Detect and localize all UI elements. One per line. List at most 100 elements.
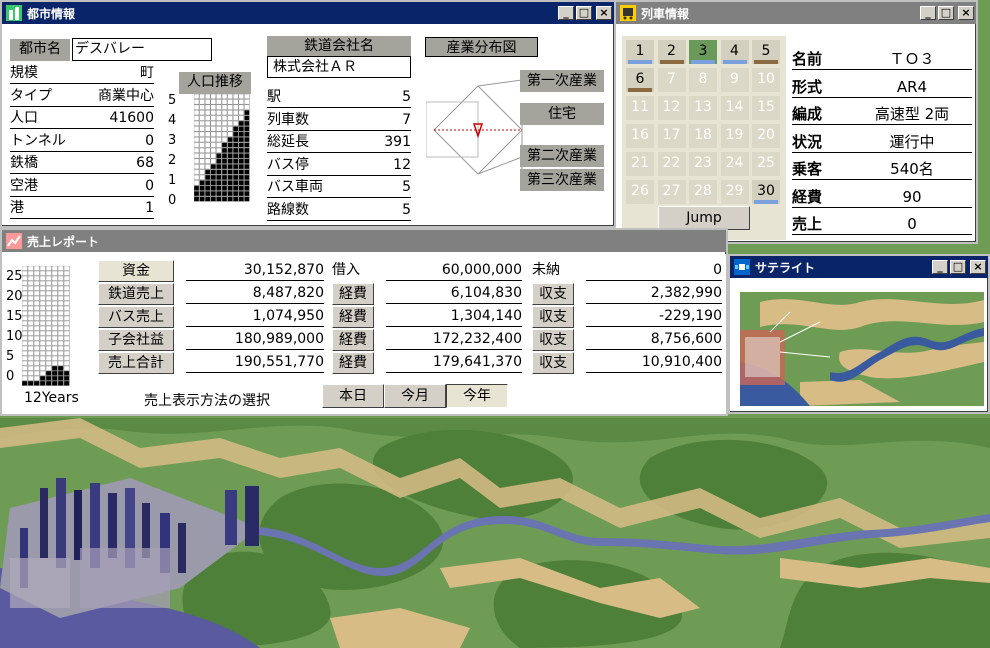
sales-bar-cell	[33, 375, 40, 381]
population-bar-cell	[232, 180, 239, 186]
train-cell-11[interactable]: 11	[626, 96, 654, 120]
sales-bar-cell	[27, 315, 34, 321]
sales-bar-cell	[63, 320, 70, 326]
close-button[interactable]: ×	[596, 6, 612, 20]
expense-button[interactable]: 経費	[332, 352, 374, 374]
population-bar-cell	[227, 99, 233, 105]
maximize-button[interactable]: □	[576, 6, 592, 20]
sales-bar-cell	[39, 270, 46, 276]
satellite-titlebar[interactable]: サテライト _ □ ×	[730, 256, 988, 278]
jump-button[interactable]: Jump	[658, 206, 750, 230]
population-bar-cell	[244, 104, 250, 110]
train-cell-22[interactable]: 22	[657, 152, 686, 176]
population-bar-cell	[238, 109, 245, 116]
population-bar-cell	[204, 104, 211, 110]
maximize-button[interactable]: □	[950, 260, 966, 274]
population-bar-cell	[194, 174, 200, 181]
city-name-field[interactable]: デスバレー	[72, 38, 212, 61]
train-cell-26[interactable]: 26	[626, 180, 654, 204]
population-bar-cell	[210, 131, 217, 137]
train-icon	[620, 5, 636, 21]
population-bar-cell	[199, 109, 205, 116]
train-cell-21[interactable]: 21	[626, 152, 654, 176]
sales-bar-cell	[63, 310, 70, 316]
train-cell-24[interactable]: 24	[720, 152, 749, 176]
train-info-window[interactable]: 列車情報 _ □ × 1 2 3 4 5 6 7 8 9 10 11 12 13 14 15 16 17 18 19 20…	[614, 0, 978, 244]
train-info-titlebar[interactable]: 列車情報 _ □ ×	[616, 2, 976, 24]
train-cell-27[interactable]: 27	[657, 180, 686, 204]
train-cell-13[interactable]: 13	[689, 96, 717, 120]
sales-row-button[interactable]: 鉄道売上	[98, 283, 174, 305]
train-cell-29[interactable]: 29	[720, 180, 749, 204]
train-cell-28[interactable]: 28	[689, 180, 717, 204]
population-bar-cell	[204, 115, 211, 121]
train-cell-9[interactable]: 9	[720, 68, 749, 92]
close-button[interactable]: ×	[958, 6, 974, 20]
close-button[interactable]: ×	[970, 260, 986, 274]
satellite-window[interactable]: サテライト _ □ ×	[728, 254, 990, 414]
train-cell-17[interactable]: 17	[657, 124, 686, 148]
train-cell-10[interactable]: 10	[752, 68, 780, 92]
city-info-titlebar[interactable]: 都市情報 _ □ ×	[2, 2, 614, 24]
population-trend-button[interactable]: 人口推移	[179, 72, 251, 94]
sales-row-button[interactable]: 子会社益	[98, 329, 174, 351]
minimize-button[interactable]: _	[932, 260, 948, 274]
population-bar-cell	[232, 94, 239, 100]
satellite-map[interactable]	[740, 292, 984, 406]
population-bar-cell	[232, 99, 239, 105]
period-button-year[interactable]: 今年	[446, 384, 508, 408]
train-cell-23[interactable]: 23	[689, 152, 717, 176]
balance-button[interactable]: 収支	[532, 329, 574, 351]
population-bar-cell	[199, 190, 205, 197]
balance-button[interactable]: 収支	[532, 283, 574, 305]
train-cell-14[interactable]: 14	[720, 96, 749, 120]
train-cell-7[interactable]: 7	[657, 68, 686, 92]
population-bar-cell	[216, 158, 222, 164]
balance-button[interactable]: 収支	[532, 352, 574, 374]
sales-row-button[interactable]: 売上合計	[98, 352, 174, 374]
train-cell-19[interactable]: 19	[720, 124, 749, 148]
balance-button[interactable]: 収支	[532, 306, 574, 328]
sales-bar-cell	[63, 315, 70, 321]
train-cell-20[interactable]: 20	[752, 124, 780, 148]
population-bar-cell	[216, 109, 222, 116]
sales-bar-cell	[57, 330, 64, 336]
balance-value: 0	[586, 260, 722, 281]
period-button-month[interactable]: 今月	[384, 384, 446, 408]
minimize-button[interactable]: _	[920, 6, 936, 20]
period-button-today[interactable]: 本日	[322, 384, 384, 408]
train-cell-18[interactable]: 18	[689, 124, 717, 148]
expense-button[interactable]: 経費	[332, 306, 374, 328]
maximize-button[interactable]: □	[938, 6, 954, 20]
minimize-button[interactable]: _	[558, 6, 574, 20]
sales-row-button[interactable]: バス売上	[98, 306, 174, 328]
sales-report-titlebar[interactable]: 売上レポート	[2, 230, 726, 252]
sales-bar-cell	[39, 355, 46, 361]
train-cell-8[interactable]: 8	[689, 68, 717, 92]
terrain-map[interactable]	[0, 418, 990, 648]
city-stat-key: 規模	[10, 65, 38, 81]
rail-stat-row: 列車数 7	[267, 109, 411, 131]
population-bar-cell	[221, 126, 228, 132]
sales-report-window[interactable]: 売上レポート 25 20 15 10 5 0 12Years 資金 30,152,870 借入…	[0, 228, 728, 416]
expense-value: 60,000,000	[386, 260, 522, 281]
train-cell-12[interactable]: 12	[657, 96, 686, 120]
sales-bar-cell	[57, 310, 64, 316]
city-stat-value: 商業中心	[98, 87, 154, 104]
sales-bar-cell	[45, 290, 52, 296]
population-bar-cell	[216, 136, 222, 143]
population-bar-cell	[232, 115, 239, 121]
city-info-window[interactable]: 都市情報 _ □ × 都市名 デスバレー 規模 町タイプ 商業中心 人口 41600 トンネル…	[0, 0, 616, 228]
expense-button[interactable]: 経費	[332, 283, 374, 305]
sales-bar-cell	[33, 320, 40, 326]
expense-value: 172,232,400	[386, 329, 522, 350]
train-cell-15[interactable]: 15	[752, 96, 780, 120]
population-bar-cell	[244, 190, 250, 197]
train-cell-25[interactable]: 25	[752, 152, 780, 176]
balance-value: 10,910,400	[586, 352, 722, 373]
industry-map-button[interactable]: 産業分布図	[425, 37, 538, 57]
expense-button[interactable]: 経費	[332, 329, 374, 351]
sales-bar-cell	[63, 305, 70, 311]
train-cell-16[interactable]: 16	[626, 124, 654, 148]
sales-bar-cell	[57, 270, 64, 276]
